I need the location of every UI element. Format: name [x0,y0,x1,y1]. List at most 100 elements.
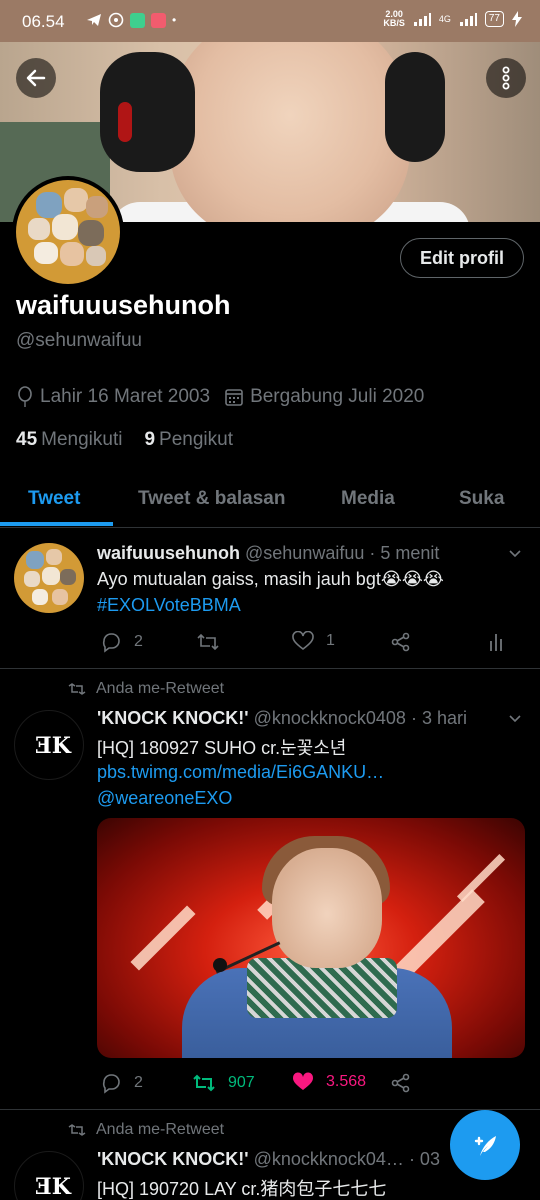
reply-count: 2 [134,1074,143,1091]
reply-button[interactable]: 2 [100,631,143,653]
retweet-icon [197,633,219,651]
signal-icon-2 [459,13,477,26]
profile-handle: @sehunwaifuu [16,330,142,351]
tweet-link[interactable]: pbs.twimg.com/media/Ei6GANKU… [97,762,384,783]
telegram-icon [87,14,101,26]
tweet-text: [HQ] 180927 SUHO cr.눈꽃소년 [97,738,347,758]
tweet-author-handle: @knockknock0408 [253,708,406,728]
tweet-hashtag[interactable]: #EXOLVoteBBMA [97,595,241,616]
knock-logo: ƎK [35,733,71,759]
profile-avatar[interactable] [12,176,124,288]
followers-link[interactable]: 9 Pengikut [144,429,233,451]
tweet-avatar[interactable] [14,543,84,613]
birth-date-text: Lahir 16 Maret 2003 [40,386,211,407]
share-icon [391,632,410,652]
more-options-button[interactable] [486,58,526,98]
retweet-count: 907 [228,1074,255,1091]
tweet-header: waifuuusehunoh @sehunwaifuu · 5 menit [97,543,439,564]
retweet-button[interactable]: 907 [192,1072,255,1094]
system-status: 2.00 KB/S 4G 77 [383,10,522,28]
net-speed: 2.00 KB/S [383,10,405,28]
banner-face [170,42,410,222]
banner-headphone-right [385,52,445,162]
analytics-button[interactable] [488,631,504,653]
tweet-media-image[interactable] [97,818,525,1058]
arrow-left-icon [26,69,46,87]
tweet-time: · 5 menit [369,543,440,563]
banner-headphone-left [100,52,195,172]
retweet-small-icon [68,1124,86,1136]
chevron-down-icon[interactable] [508,547,522,561]
tweet-avatar[interactable]: ƎK [14,1151,84,1200]
retweet-small-icon [68,683,86,695]
tweet-time: · 03 [408,1149,440,1169]
edit-profile-button[interactable]: Edit profil [400,238,524,278]
status-time: 06.54 [22,12,65,31]
tweet-author-name[interactable]: 'KNOCK KNOCK!' [97,1149,249,1169]
tweet-author-handle: @knockknock04… [253,1149,404,1169]
followers-label: Pengikut [159,429,233,450]
tweet-item[interactable]: Anda me-Retweet ƎK 'KNOCK KNOCK!' @knock… [0,670,540,1110]
tweet-time: · 3 hari [410,708,467,728]
active-tab-indicator [0,522,113,526]
following-count: 45 [16,429,38,450]
net-speed-unit: KB/S [383,18,405,28]
tab-media[interactable]: Media [341,488,395,510]
tweet-author-handle: @sehunwaifuu [245,543,365,563]
signal-icon [413,13,431,26]
join-date: Bergabung Juli 2020 [224,386,424,408]
following-link[interactable]: 45 Mengikuti [16,429,122,451]
tweet-avatar[interactable]: ƎK [14,710,84,780]
tweet-text: [HQ] 190720 LAY cr.猪肉包子七七七 [97,1179,387,1199]
share-icon [391,1073,410,1093]
tweet-item[interactable]: waifuuusehunoh @sehunwaifuu · 5 menit Ay… [0,529,540,669]
reply-icon [102,1074,120,1094]
app-notification-icon-2 [151,12,166,28]
tweet-text: Ayo mutualan gaiss, masih jauh bgt😭😭😭 [97,569,444,589]
status-bar: 06.54 • 2.00 KB/S 4G 77 [0,0,540,42]
back-button[interactable] [16,58,56,98]
compose-feather-icon [474,1136,496,1156]
tweet-header: 'KNOCK KNOCK!' @knockknock0408 · 3 hari [97,708,467,729]
tab-likes[interactable]: Suka [459,488,504,510]
retweet-button[interactable] [196,631,220,653]
retweet-icon [193,1074,215,1092]
calendar-icon [225,389,243,406]
battery-level: 77 [484,11,504,27]
knock-logo: ƎK [35,1174,71,1200]
reply-button[interactable]: 2 [100,1072,143,1094]
tweet-author-name[interactable]: 'KNOCK KNOCK!' [97,708,249,728]
network-type: 4G [438,14,451,24]
heart-filled-icon [292,1072,314,1090]
reply-icon [102,633,120,653]
retweet-indicator: Anda me-Retweet [68,680,224,698]
analytics-icon [490,634,502,651]
reply-count: 2 [134,633,143,650]
avatar-image [16,180,120,284]
tab-tweet-replies[interactable]: Tweet & balasan [138,488,285,510]
birth-date: Lahir 16 Maret 2003 [16,386,210,408]
compose-tweet-button[interactable] [450,1110,520,1180]
join-date-text: Bergabung Juli 2020 [250,386,425,407]
profile-display-name: waifuuusehunoh [16,290,231,320]
notification-icons: • [86,12,176,28]
vertical-dots-icon [502,66,510,90]
tab-tweet[interactable]: Tweet [28,488,80,510]
tweet-actions: 2 907 3.568 [100,1072,520,1098]
like-count: 1 [326,632,335,649]
share-button[interactable] [390,1072,412,1094]
share-button[interactable] [390,631,412,653]
whatsapp-icon [108,12,124,28]
like-button[interactable]: 3.568 [292,1072,366,1092]
chevron-down-icon[interactable] [508,712,522,726]
like-count: 3.568 [326,1073,367,1090]
profile-meta: Lahir 16 Maret 2003 Bergabung Juli 2020 [16,386,438,408]
tweet-mention[interactable]: @weareoneEXO [97,788,232,809]
retweet-label: Anda me-Retweet [96,1121,225,1138]
profile-tabs: Tweet Tweet & balasan Media Suka [0,470,540,528]
tweet-author-name[interactable]: waifuuusehunoh [97,543,240,563]
retweet-indicator: Anda me-Retweet [68,1121,224,1139]
followers-count: 9 [144,429,156,450]
tweet-actions: 2 1 [100,631,520,657]
like-button[interactable]: 1 [292,631,335,651]
